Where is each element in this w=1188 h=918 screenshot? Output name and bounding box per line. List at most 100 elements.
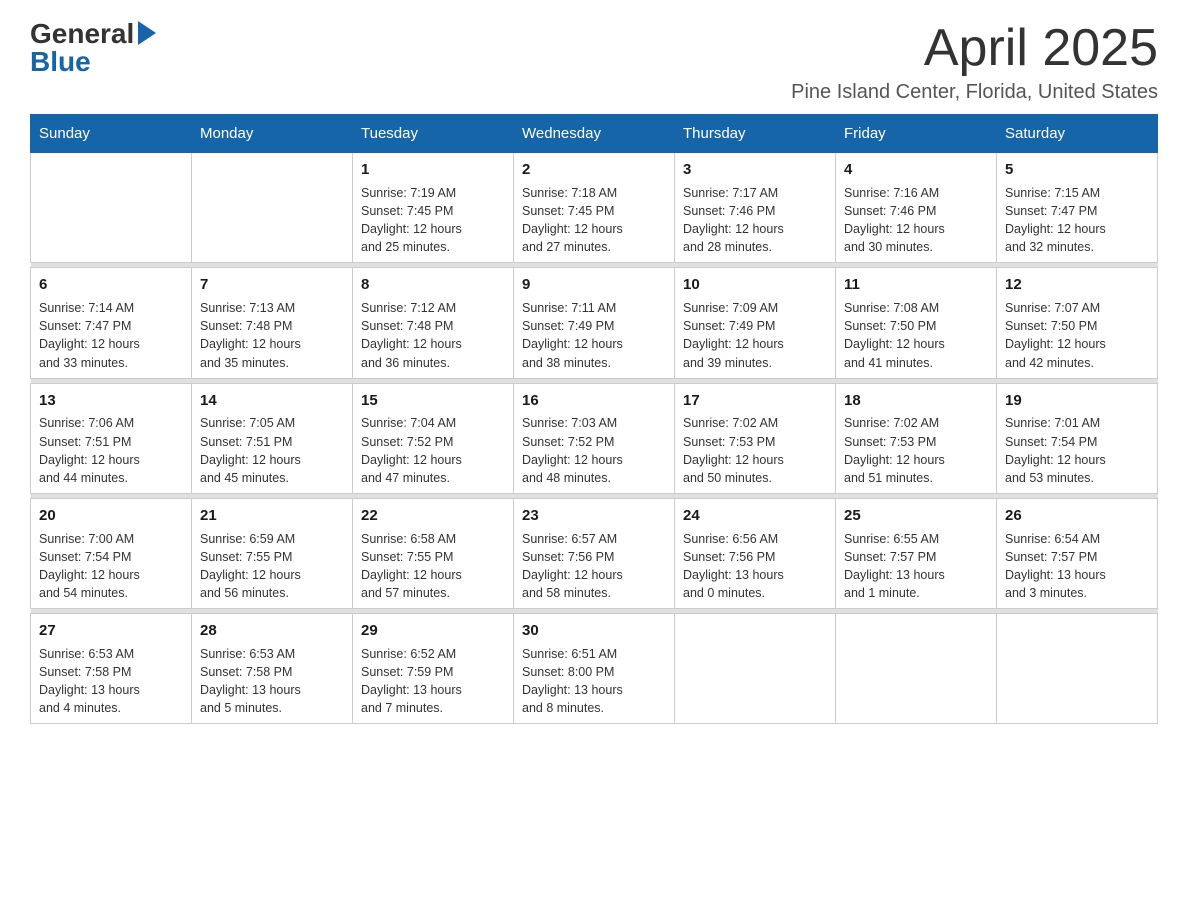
day-number: 20 [39, 505, 183, 527]
day-info: Sunrise: 7:11 AM Sunset: 7:49 PM Dayligh… [522, 299, 666, 372]
day-number: 8 [361, 274, 505, 296]
calendar-cell: 29 Sunrise: 6:52 AM Sunset: 7:59 PM Dayli… [353, 614, 514, 724]
calendar-cell: 1 Sunrise: 7:19 AM Sunset: 7:45 PM Daylig… [353, 153, 514, 263]
day-info: Sunrise: 7:07 AM Sunset: 7:50 PM Dayligh… [1005, 299, 1149, 372]
day-info: Sunrise: 7:17 AM Sunset: 7:46 PM Dayligh… [683, 184, 827, 257]
calendar-cell: 9 Sunrise: 7:11 AM Sunset: 7:49 PM Daylig… [514, 268, 675, 378]
calendar-cell: 6 Sunrise: 7:14 AM Sunset: 7:47 PM Daylig… [31, 268, 192, 378]
col-header-monday: Monday [192, 115, 353, 153]
day-number: 7 [200, 274, 344, 296]
col-header-wednesday: Wednesday [514, 115, 675, 153]
day-number: 23 [522, 505, 666, 527]
page-header: General Blue April 2025 Pine Island Cent… [30, 20, 1158, 104]
col-header-thursday: Thursday [675, 115, 836, 153]
day-number: 6 [39, 274, 183, 296]
day-info: Sunrise: 7:09 AM Sunset: 7:49 PM Dayligh… [683, 299, 827, 372]
calendar-cell [675, 614, 836, 724]
calendar-cell: 22 Sunrise: 6:58 AM Sunset: 7:55 PM Dayli… [353, 498, 514, 608]
day-info: Sunrise: 6:51 AM Sunset: 8:00 PM Dayligh… [522, 645, 666, 718]
calendar-cell: 27 Sunrise: 6:53 AM Sunset: 7:58 PM Dayli… [31, 614, 192, 724]
day-info: Sunrise: 6:54 AM Sunset: 7:57 PM Dayligh… [1005, 530, 1149, 603]
calendar-cell: 16Sunrise: 7:03 AM Sunset: 7:52 PM Dayli… [514, 383, 675, 493]
day-info: Sunrise: 7:15 AM Sunset: 7:47 PM Dayligh… [1005, 184, 1149, 257]
day-number: 1 [361, 159, 505, 181]
col-header-friday: Friday [836, 115, 997, 153]
day-number: 13 [39, 390, 183, 412]
day-info: Sunrise: 7:19 AM Sunset: 7:45 PM Dayligh… [361, 184, 505, 257]
calendar-cell: 14Sunrise: 7:05 AM Sunset: 7:51 PM Dayli… [192, 383, 353, 493]
day-number: 18 [844, 390, 988, 412]
calendar-week-2: 6 Sunrise: 7:14 AM Sunset: 7:47 PM Daylig… [31, 268, 1158, 378]
calendar-week-1: 1 Sunrise: 7:19 AM Sunset: 7:45 PM Daylig… [31, 153, 1158, 263]
day-info: Sunrise: 7:02 AM Sunset: 7:53 PM Dayligh… [683, 414, 827, 487]
day-info: Sunrise: 6:56 AM Sunset: 7:56 PM Dayligh… [683, 530, 827, 603]
day-info: Sunrise: 7:00 AM Sunset: 7:54 PM Dayligh… [39, 530, 183, 603]
day-number: 10 [683, 274, 827, 296]
day-number: 25 [844, 505, 988, 527]
calendar-cell: 3 Sunrise: 7:17 AM Sunset: 7:46 PM Daylig… [675, 153, 836, 263]
calendar-cell: 28Sunrise: 6:53 AM Sunset: 7:58 PM Dayli… [192, 614, 353, 724]
day-info: Sunrise: 7:18 AM Sunset: 7:45 PM Dayligh… [522, 184, 666, 257]
day-info: Sunrise: 6:57 AM Sunset: 7:56 PM Dayligh… [522, 530, 666, 603]
calendar-cell: 19Sunrise: 7:01 AM Sunset: 7:54 PM Dayli… [997, 383, 1158, 493]
calendar-cell: 7 Sunrise: 7:13 AM Sunset: 7:48 PM Daylig… [192, 268, 353, 378]
calendar-cell [192, 153, 353, 263]
calendar-cell [836, 614, 997, 724]
day-number: 2 [522, 159, 666, 181]
day-info: Sunrise: 7:14 AM Sunset: 7:47 PM Dayligh… [39, 299, 183, 372]
calendar-week-4: 20 Sunrise: 7:00 AM Sunset: 7:54 PM Dayli… [31, 498, 1158, 608]
day-number: 29 [361, 620, 505, 642]
day-number: 30 [522, 620, 666, 642]
day-number: 26 [1005, 505, 1149, 527]
day-number: 11 [844, 274, 988, 296]
col-header-tuesday: Tuesday [353, 115, 514, 153]
day-number: 5 [1005, 159, 1149, 181]
col-header-sunday: Sunday [31, 115, 192, 153]
day-info: Sunrise: 7:08 AM Sunset: 7:50 PM Dayligh… [844, 299, 988, 372]
day-number: 28 [200, 620, 344, 642]
month-title: April 2025 [791, 20, 1158, 77]
calendar-header-row: SundayMondayTuesdayWednesdayThursdayFrid… [31, 115, 1158, 153]
calendar-cell: 24Sunrise: 6:56 AM Sunset: 7:56 PM Dayli… [675, 498, 836, 608]
logo-blue: Blue [30, 48, 91, 76]
day-info: Sunrise: 7:06 AM Sunset: 7:51 PM Dayligh… [39, 414, 183, 487]
calendar-cell: 30 Sunrise: 6:51 AM Sunset: 8:00 PM Dayli… [514, 614, 675, 724]
calendar-cell: 20 Sunrise: 7:00 AM Sunset: 7:54 PM Dayli… [31, 498, 192, 608]
calendar-week-3: 13Sunrise: 7:06 AM Sunset: 7:51 PM Dayli… [31, 383, 1158, 493]
col-header-saturday: Saturday [997, 115, 1158, 153]
calendar-cell [997, 614, 1158, 724]
day-info: Sunrise: 7:02 AM Sunset: 7:53 PM Dayligh… [844, 414, 988, 487]
day-info: Sunrise: 6:52 AM Sunset: 7:59 PM Dayligh… [361, 645, 505, 718]
day-info: Sunrise: 6:59 AM Sunset: 7:55 PM Dayligh… [200, 530, 344, 603]
day-info: Sunrise: 6:58 AM Sunset: 7:55 PM Dayligh… [361, 530, 505, 603]
calendar-cell [31, 153, 192, 263]
calendar-cell: 5 Sunrise: 7:15 AM Sunset: 7:47 PM Daylig… [997, 153, 1158, 263]
day-number: 12 [1005, 274, 1149, 296]
calendar-cell: 26 Sunrise: 6:54 AM Sunset: 7:57 PM Dayli… [997, 498, 1158, 608]
day-number: 27 [39, 620, 183, 642]
day-number: 22 [361, 505, 505, 527]
day-number: 9 [522, 274, 666, 296]
calendar-body: 1 Sunrise: 7:19 AM Sunset: 7:45 PM Daylig… [31, 153, 1158, 724]
day-number: 17 [683, 390, 827, 412]
calendar-cell: 17Sunrise: 7:02 AM Sunset: 7:53 PM Dayli… [675, 383, 836, 493]
calendar-cell: 8 Sunrise: 7:12 AM Sunset: 7:48 PM Daylig… [353, 268, 514, 378]
logo-triangle-icon [138, 21, 156, 45]
day-info: Sunrise: 7:13 AM Sunset: 7:48 PM Dayligh… [200, 299, 344, 372]
day-number: 16 [522, 390, 666, 412]
calendar-cell: 21Sunrise: 6:59 AM Sunset: 7:55 PM Dayli… [192, 498, 353, 608]
day-info: Sunrise: 7:05 AM Sunset: 7:51 PM Dayligh… [200, 414, 344, 487]
calendar-table: SundayMondayTuesdayWednesdayThursdayFrid… [30, 114, 1158, 724]
day-number: 19 [1005, 390, 1149, 412]
day-info: Sunrise: 7:04 AM Sunset: 7:52 PM Dayligh… [361, 414, 505, 487]
calendar-cell: 18Sunrise: 7:02 AM Sunset: 7:53 PM Dayli… [836, 383, 997, 493]
calendar-cell: 4Sunrise: 7:16 AM Sunset: 7:46 PM Daylig… [836, 153, 997, 263]
day-info: Sunrise: 7:03 AM Sunset: 7:52 PM Dayligh… [522, 414, 666, 487]
day-info: Sunrise: 7:12 AM Sunset: 7:48 PM Dayligh… [361, 299, 505, 372]
day-info: Sunrise: 7:01 AM Sunset: 7:54 PM Dayligh… [1005, 414, 1149, 487]
day-info: Sunrise: 6:53 AM Sunset: 7:58 PM Dayligh… [39, 645, 183, 718]
day-number: 15 [361, 390, 505, 412]
day-number: 3 [683, 159, 827, 181]
calendar-cell: 13Sunrise: 7:06 AM Sunset: 7:51 PM Dayli… [31, 383, 192, 493]
calendar-cell: 12 Sunrise: 7:07 AM Sunset: 7:50 PM Dayli… [997, 268, 1158, 378]
